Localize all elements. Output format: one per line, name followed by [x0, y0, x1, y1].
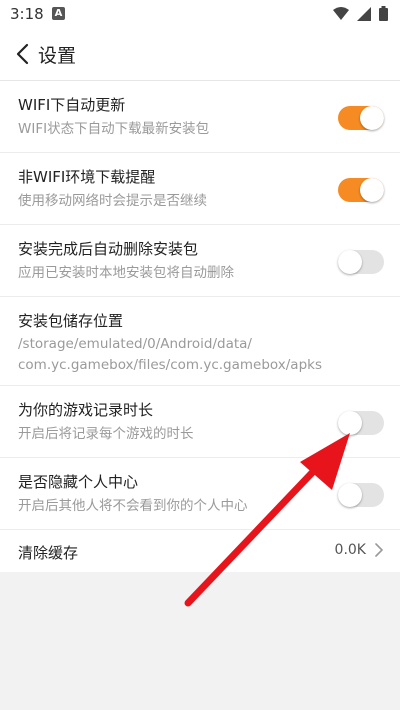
- setting-title: 非WIFI环境下载提醒: [18, 168, 156, 186]
- setting-title: WIFI下自动更新: [18, 96, 126, 114]
- setting-package-storage-location[interactable]: 安装包储存位置 /storage/emulated/0/Android/data…: [0, 297, 400, 386]
- setting-title: 安装完成后自动删除安装包: [18, 240, 199, 258]
- settings-list: WIFI下自动更新 WIFI状态下自动下载最新安装包 非WIFI环境下载提醒 使…: [0, 81, 400, 572]
- setting-subtitle: 开启后将记录每个游戏的时长: [18, 426, 194, 442]
- cache-size-value: 0.0K: [334, 542, 366, 558]
- toggle-knob: [360, 106, 384, 130]
- signal-icon: [357, 6, 371, 21]
- setting-title: 为你的游戏记录时长: [18, 401, 154, 419]
- status-time: 3:18: [10, 5, 44, 23]
- status-icons: [333, 6, 388, 21]
- toggle-knob: [360, 178, 384, 202]
- wifi-auto-update-toggle[interactable]: [338, 106, 384, 130]
- game-time-record-toggle[interactable]: [338, 411, 384, 435]
- setting-non-wifi-reminder: 非WIFI环境下载提醒 使用移动网络时会提示是否继续: [0, 153, 400, 225]
- setting-game-time-record: 为你的游戏记录时长 开启后将记录每个游戏的时长: [0, 386, 400, 458]
- storage-path-line1: /storage/emulated/0/Android/data/: [18, 336, 252, 352]
- setting-title: 是否隐藏个人中心: [18, 473, 139, 491]
- status-bar: 3:18 A: [0, 0, 400, 28]
- setting-hide-personal-center: 是否隐藏个人中心 开启后其他人将不会看到你的个人中心: [0, 458, 400, 530]
- chevron-right-icon: [375, 543, 383, 557]
- non-wifi-reminder-toggle[interactable]: [338, 178, 384, 202]
- setting-subtitle: WIFI状态下自动下载最新安装包: [18, 121, 210, 137]
- setting-subtitle: 开启后其他人将不会看到你的个人中心: [18, 498, 248, 514]
- toggle-knob: [338, 411, 362, 435]
- toggle-knob: [338, 483, 362, 507]
- toggle-knob: [338, 250, 362, 274]
- setting-title: 清除缓存: [18, 544, 79, 562]
- setting-clear-cache[interactable]: 清除缓存 0.0K: [0, 530, 400, 572]
- setting-subtitle: 使用移动网络时会提示是否继续: [18, 193, 207, 209]
- setting-title: 安装包储存位置: [18, 312, 124, 330]
- auto-delete-package-toggle[interactable]: [338, 250, 384, 274]
- wifi-icon: [333, 6, 349, 20]
- notification-icon: A: [52, 7, 65, 20]
- storage-path-line2: com.yc.gamebox/files/com.yc.gamebox/apks: [18, 357, 322, 373]
- battery-icon: [379, 6, 388, 21]
- app-header: 设置: [0, 28, 400, 81]
- setting-auto-delete-package: 安装完成后自动删除安装包 应用已安装时本地安装包将自动删除: [0, 225, 400, 297]
- setting-subtitle: 应用已安装时本地安装包将自动删除: [18, 265, 234, 281]
- page-title: 设置: [38, 45, 77, 67]
- setting-wifi-auto-update: WIFI下自动更新 WIFI状态下自动下载最新安装包: [0, 81, 400, 153]
- back-button[interactable]: [12, 42, 34, 66]
- hide-personal-center-toggle[interactable]: [338, 483, 384, 507]
